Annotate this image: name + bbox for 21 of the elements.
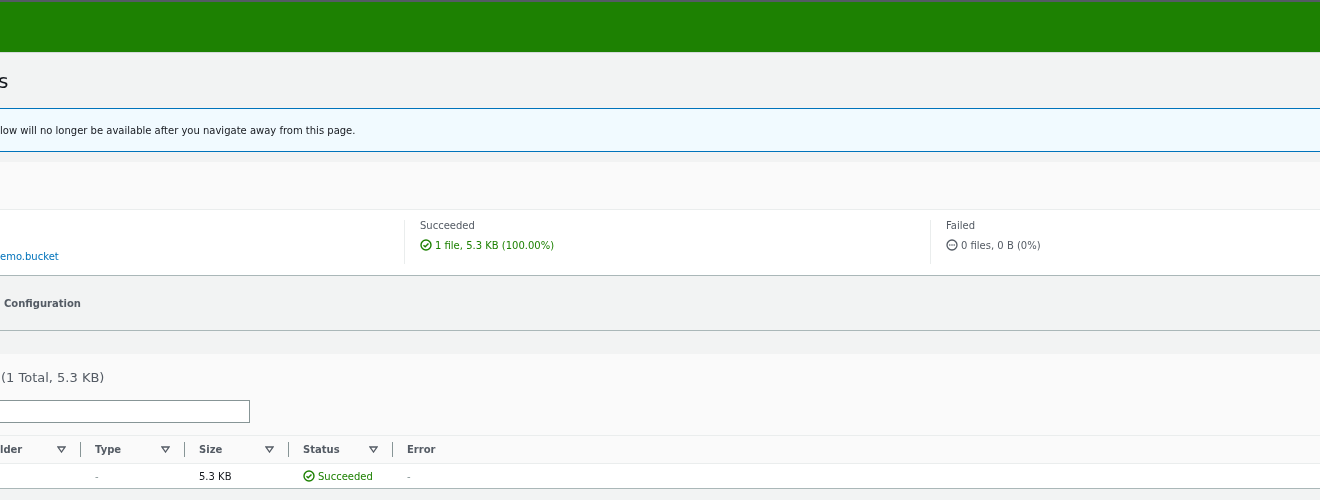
- search-field[interactable]: [0, 400, 250, 423]
- check-circle-icon: [420, 239, 432, 251]
- stat-value: 1 file, 5.3 KB (100.00%): [435, 239, 555, 251]
- alert-message: low will no longer be available after you navigate away from this page.: [0, 124, 356, 136]
- sort-icon[interactable]: [57, 446, 66, 453]
- destination-link[interactable]: emo.bucket: [0, 251, 404, 262]
- table-cell: 5.3 KB: [199, 470, 232, 482]
- table-cell: -: [407, 470, 411, 482]
- ellipsis-circle-icon: [946, 239, 958, 251]
- stat-label: Succeeded: [420, 220, 476, 231]
- stat-value: 0 files, 0 B (0%): [961, 239, 1041, 251]
- sort-icon[interactable]: [369, 446, 378, 453]
- status-text: Succeeded: [318, 470, 373, 482]
- tab[interactable]: Configuration: [0, 293, 85, 313]
- column-header[interactable]: Error: [407, 444, 473, 455]
- files-heading: (1 Total, 5.3 KB): [1, 369, 105, 385]
- stat-label: Failed: [946, 220, 977, 231]
- table-cell: -: [95, 470, 99, 482]
- sort-icon[interactable]: [265, 446, 274, 453]
- check-circle-icon: [303, 470, 315, 482]
- sort-icon[interactable]: [161, 446, 170, 453]
